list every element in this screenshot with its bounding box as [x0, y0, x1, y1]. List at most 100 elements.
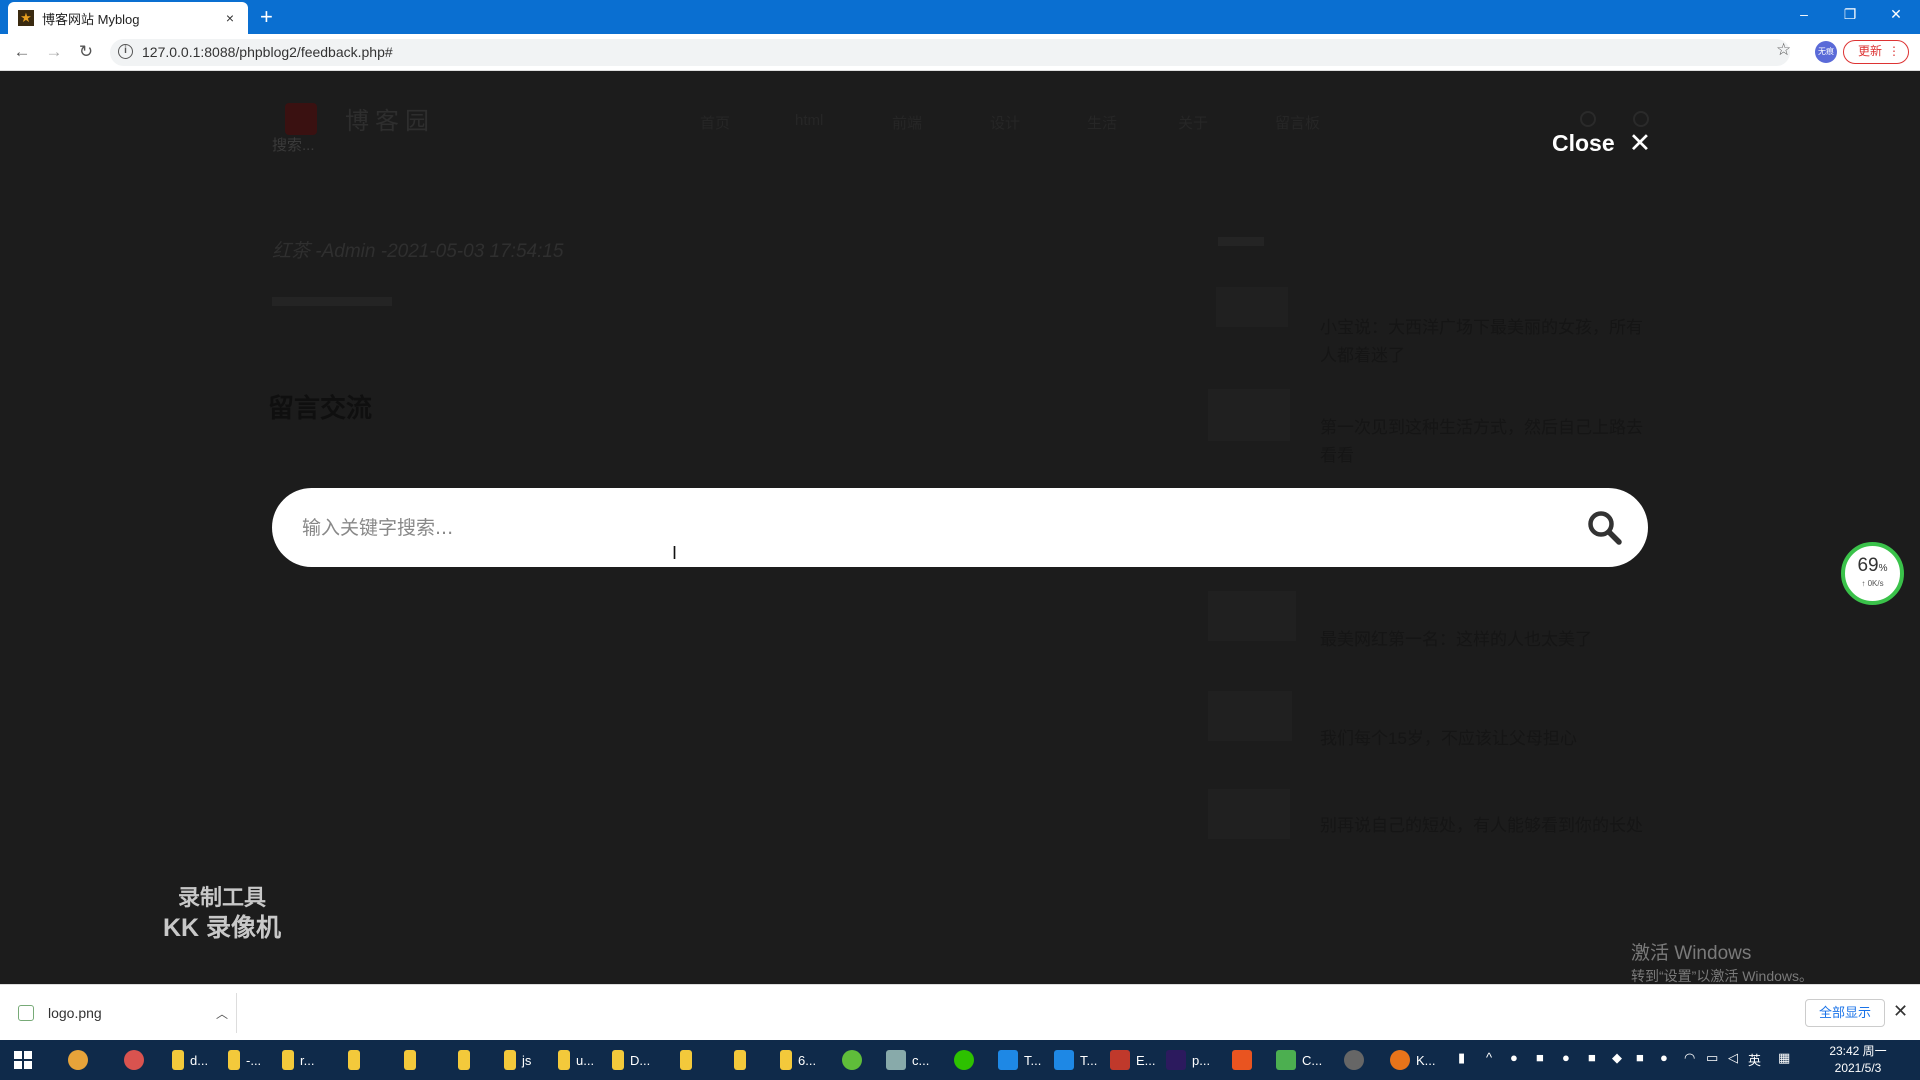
app-icon	[1232, 1050, 1252, 1070]
browser-tab[interactable]: ★ 博客网站 Myblog ×	[8, 2, 248, 34]
bg-post-title: 我们每个15岁，不应该让父母担心	[1320, 729, 1577, 748]
url-field[interactable]: i 127.0.0.1:8088/phpblog2/feedback.php#	[110, 39, 1790, 66]
search-icon[interactable]	[1587, 510, 1623, 546]
taskbar-app[interactable]: C...	[1276, 1046, 1322, 1074]
search-overlay: 博客园 搜索... 首页 html 前端 设计 生活 关于 留言板 红茶 -Ad…	[0, 71, 1920, 984]
bg-nav-item: 生活	[1087, 115, 1118, 132]
reload-icon[interactable]: ↻	[75, 41, 97, 63]
bg-nav-item: 前端	[892, 115, 923, 132]
taskbar-chrome[interactable]	[68, 1046, 94, 1074]
taskbar-kk-recorder[interactable]: K...	[1390, 1046, 1436, 1074]
taskbar-folder[interactable]: D...	[612, 1046, 650, 1074]
bg-nav-item: 关于	[1178, 115, 1209, 132]
update-button[interactable]: 更新 ⋮	[1843, 40, 1909, 64]
taskbar-folder[interactable]: r...	[282, 1046, 314, 1074]
taskbar-label: C...	[1302, 1052, 1323, 1068]
system-clock[interactable]: 23:42 周一 2021/5/3	[1818, 1043, 1898, 1077]
activation-subtitle: 转到“设置”以激活 Windows。	[1631, 968, 1814, 984]
taskbar-folder[interactable]	[734, 1046, 752, 1074]
taskbar-folder[interactable]	[458, 1046, 476, 1074]
taskbar-label: -...	[246, 1052, 262, 1068]
wechat-icon	[954, 1050, 974, 1070]
tray-app-icon[interactable]: ■	[1588, 1050, 1596, 1065]
clock-date: 2021/5/3	[1834, 1061, 1882, 1075]
folder-icon	[780, 1050, 792, 1070]
tray-app-icon[interactable]: ●	[1510, 1050, 1518, 1065]
windows-start-icon[interactable]	[14, 1051, 32, 1069]
download-bar-close-icon[interactable]: ✕	[1893, 1001, 1908, 1022]
taskbar-folder[interactable]	[348, 1046, 366, 1074]
tab-close-icon[interactable]: ×	[222, 10, 238, 26]
ime-mode-icon[interactable]: ▦	[1778, 1050, 1790, 1066]
taskbar-folder[interactable]: 6...	[780, 1046, 816, 1074]
restore-button[interactable]: ❐	[1827, 0, 1873, 30]
new-tab-button[interactable]: +	[260, 6, 273, 28]
back-arrow-icon[interactable]: ←	[11, 41, 33, 63]
taskbar-app[interactable]	[842, 1046, 868, 1074]
show-all-button[interactable]: 全部显示	[1805, 999, 1885, 1027]
taskbar-chrome[interactable]	[124, 1046, 150, 1074]
clock-time: 23:42 周一	[1829, 1044, 1887, 1058]
watermark-line2: KK 录像机	[163, 914, 282, 942]
chevron-up-icon[interactable]: ︿	[216, 1005, 228, 1022]
tray-app-icon[interactable]: ◆	[1612, 1050, 1622, 1066]
minimize-button[interactable]: –	[1781, 0, 1827, 30]
tray-app-icon[interactable]: ●	[1562, 1050, 1570, 1065]
bg-post-thumbnail	[1208, 691, 1292, 741]
profile-avatar[interactable]: 无痕	[1815, 41, 1837, 63]
volume-icon[interactable]: ◁	[1728, 1050, 1738, 1066]
taskbar-wechat[interactable]	[954, 1046, 980, 1074]
forward-arrow-icon[interactable]: →	[43, 41, 65, 63]
tray-app-icon[interactable]: ■	[1536, 1050, 1544, 1065]
taskbar-app[interactable]: T...	[998, 1046, 1041, 1074]
window-close-button[interactable]: ✕	[1873, 0, 1919, 30]
taskbar-folder[interactable]	[680, 1046, 698, 1074]
search-input[interactable]	[302, 488, 1532, 567]
taskbar-folder[interactable]: u...	[558, 1046, 594, 1074]
tray-chevron-up-icon[interactable]: ^	[1486, 1050, 1492, 1065]
meter-percent: 69	[1857, 555, 1879, 576]
taskbar-app[interactable]	[1232, 1046, 1258, 1074]
taskbar-app[interactable]: E...	[1110, 1046, 1156, 1074]
wifi-icon[interactable]: ◠	[1684, 1050, 1695, 1066]
chrome-icon	[68, 1050, 88, 1070]
taskbar-app[interactable]: c...	[886, 1046, 929, 1074]
taskbar-folder[interactable]: d...	[172, 1046, 208, 1074]
site-info-icon[interactable]: i	[118, 44, 133, 59]
network-speed-widget[interactable]: 69% ↑ 0K/s	[1841, 542, 1904, 605]
watermark-line1: 录制工具	[178, 885, 267, 910]
taskbar-label: u...	[576, 1052, 595, 1068]
app-icon	[1110, 1050, 1130, 1070]
bookmark-star-icon[interactable]: ☆	[1776, 40, 1791, 60]
windows-activation-notice: 激活 Windows 转到“设置”以激活 Windows。	[1631, 943, 1813, 984]
network-icon[interactable]: ▭	[1706, 1050, 1718, 1066]
tab-title: 博客网站 Myblog	[42, 11, 140, 27]
taskbar-label: c...	[912, 1052, 930, 1068]
tray-wechat-icon[interactable]: ●	[1660, 1050, 1668, 1065]
folder-icon	[734, 1050, 746, 1070]
download-item[interactable]: logo.png ︿	[18, 999, 228, 1027]
app-icon	[886, 1050, 906, 1070]
taskbar-folder[interactable]: -...	[228, 1046, 261, 1074]
folder-icon	[504, 1050, 516, 1070]
taskbar-folder[interactable]	[404, 1046, 422, 1074]
taskbar-label: p...	[1192, 1052, 1211, 1068]
folder-icon	[612, 1050, 624, 1070]
taskbar-app[interactable]	[1344, 1046, 1370, 1074]
activation-title: 激活 Windows	[1631, 943, 1752, 964]
ime-language[interactable]: 英	[1748, 1050, 1761, 1069]
taskbar-app[interactable]: T...	[1054, 1046, 1097, 1074]
browser-titlebar: ★ 博客网站 Myblog × + – ❐ ✕	[0, 0, 1920, 34]
taskbar-label: js	[522, 1052, 532, 1068]
folder-icon	[404, 1050, 416, 1070]
folder-icon	[172, 1050, 184, 1070]
update-label: 更新	[1858, 44, 1883, 58]
tray-battery-icon[interactable]: ▮	[1458, 1050, 1465, 1066]
taskbar-photoshop[interactable]: p...	[1166, 1046, 1210, 1074]
taskbar-folder[interactable]: js	[504, 1046, 531, 1074]
folder-icon	[458, 1050, 470, 1070]
overlay-close-button[interactable]: Close ✕	[1552, 128, 1651, 159]
bg-post-thumbnail	[1216, 287, 1288, 327]
tray-app-icon[interactable]: ■	[1636, 1050, 1644, 1065]
close-label: Close	[1552, 130, 1615, 156]
